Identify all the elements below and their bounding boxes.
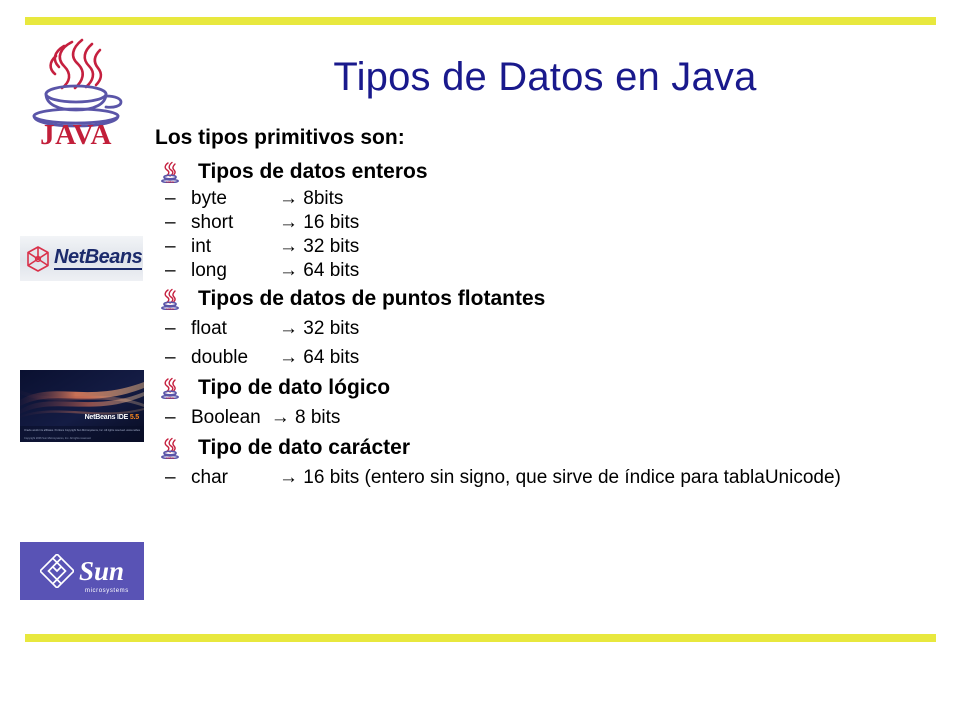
type-entry: – float → 32 bits bbox=[155, 314, 955, 343]
entry-arrow-icon: → bbox=[279, 347, 304, 368]
entry-type-name: char bbox=[191, 467, 228, 488]
entry-type-name: float bbox=[191, 318, 227, 339]
netbeans-ide-splash: NetBeans IDE 5.5 Oracle and/or its affil… bbox=[20, 370, 144, 442]
entry-type-name: short bbox=[191, 212, 234, 233]
entry-dash: – bbox=[165, 260, 176, 281]
type-entry: – short → 16 bits bbox=[155, 211, 955, 235]
entry-arrow-icon: → bbox=[279, 318, 304, 339]
entry-dash: – bbox=[165, 318, 176, 339]
top-rule bbox=[25, 17, 936, 25]
entry-dash: – bbox=[165, 467, 176, 488]
entry-arrow-icon: → bbox=[279, 212, 304, 233]
entry-type-name: Boolean bbox=[191, 407, 261, 428]
entry-dash: – bbox=[165, 236, 176, 257]
page-title: Tipos de Datos en Java bbox=[333, 55, 757, 99]
sun-wordmark-text: Sun bbox=[78, 555, 125, 586]
sun-subtitle: microsystems bbox=[84, 587, 129, 594]
type-entry: – double → 64 bits bbox=[155, 343, 955, 372]
entry-size-value: 8 bits bbox=[295, 407, 341, 428]
java-bullet-icon: JAVA bbox=[161, 437, 179, 459]
bottom-rule bbox=[25, 634, 936, 642]
entry-dash: – bbox=[165, 212, 176, 233]
type-entry: – Boolean → 8 bits bbox=[155, 403, 955, 432]
entry-dash: – bbox=[165, 188, 176, 209]
entry-dash: – bbox=[165, 407, 176, 428]
entry-arrow-icon: → bbox=[279, 236, 304, 257]
java-cup-graphic: JAVA bbox=[20, 36, 132, 154]
entry-size-value: 32 bits bbox=[303, 236, 360, 257]
netbeans-wordmark: NetBeans bbox=[54, 246, 143, 270]
bullet-section: JAVA Tipos de datos enteros – byte → 8bits – s… bbox=[155, 156, 955, 283]
sun-wordmark: Sun microsystems bbox=[78, 555, 128, 594]
splash-edition: IDE bbox=[117, 414, 129, 421]
lead-text: Los tipos primitivos son: bbox=[155, 126, 405, 149]
entry-size-value: 32 bits bbox=[303, 318, 360, 339]
entry-size-value: 16 bits (entero sin signo, que sirve de … bbox=[303, 467, 841, 488]
svg-text:JAVA: JAVA bbox=[166, 396, 175, 399]
bullet-section: JAVA Tipos de datos de puntos flotantes – f… bbox=[155, 283, 955, 372]
netbeans-cube-icon bbox=[27, 245, 49, 272]
svg-text:JAVA: JAVA bbox=[166, 456, 175, 459]
type-entry: – byte → 8bits bbox=[155, 187, 955, 211]
entry-type-name: double bbox=[191, 347, 249, 368]
java-bullet-icon: JAVA bbox=[161, 161, 179, 183]
splash-product: NetBeans bbox=[84, 414, 116, 421]
java-logo: JAVA bbox=[20, 36, 132, 154]
entry-arrow-icon: → bbox=[279, 467, 304, 488]
type-entry: – char → 16 bits (entero sin signo, que si… bbox=[155, 463, 851, 492]
java-bullet-icon: JAVA bbox=[161, 288, 179, 310]
splash-product-text: NetBeans IDE 5.5 bbox=[84, 414, 140, 421]
bullet-sections: JAVA Tipos de datos enteros – byte → 8bits – s… bbox=[155, 156, 955, 492]
splash-legal-text: Oracle and/or its affiliates. Portions C… bbox=[24, 429, 140, 433]
svg-text:JAVA: JAVA bbox=[166, 307, 175, 310]
section-heading: JAVA Tipos de datos enteros bbox=[155, 156, 955, 187]
section-heading: JAVA Tipo de dato lógico bbox=[155, 372, 955, 403]
entry-arrow-icon: → bbox=[279, 260, 304, 281]
section-heading-label: Tipo de dato lógico bbox=[198, 376, 391, 399]
type-entry: – int → 32 bits bbox=[155, 235, 955, 259]
entry-type-name: long bbox=[191, 260, 227, 281]
sun-microsystems-logo: Sun microsystems bbox=[20, 542, 144, 600]
section-heading-label: Tipos de datos de puntos flotantes bbox=[198, 287, 546, 310]
entry-size-value: 16 bits bbox=[303, 212, 360, 233]
section-heading: JAVA Tipos de datos de puntos flotantes bbox=[155, 283, 955, 314]
netbeans-logo: NetBeans bbox=[20, 236, 143, 281]
entry-size-value: 64 bits bbox=[303, 347, 360, 368]
entry-dash: – bbox=[165, 347, 176, 368]
entry-type-name: byte bbox=[191, 188, 227, 209]
entry-arrow-icon: → bbox=[279, 188, 304, 209]
sun-diamond-icon bbox=[39, 554, 74, 588]
svg-text:JAVA: JAVA bbox=[166, 180, 175, 183]
entry-size-value: 64 bits bbox=[303, 260, 360, 281]
entry-type-name: int bbox=[191, 236, 212, 257]
slide-canvas: Tipos de Datos en Java JAVA NetBeans Net… bbox=[0, 0, 960, 720]
type-entry: – long → 64 bits bbox=[155, 259, 955, 283]
entry-arrow-icon: → bbox=[270, 407, 296, 428]
splash-version: 5.5 bbox=[129, 414, 139, 421]
slide-body: Los tipos primitivos son: JAVA Tipos de d… bbox=[155, 124, 955, 492]
section-heading-label: Tipo de dato carácter bbox=[198, 436, 411, 459]
java-bullet-icon: JAVA bbox=[161, 377, 179, 399]
java-steam-cup-icon bbox=[32, 38, 123, 128]
section-heading-label: Tipos de datos enteros bbox=[198, 160, 428, 183]
bullet-section: JAVA Tipo de dato carácter – char → 16 bits … bbox=[155, 432, 955, 492]
bullet-section: JAVA Tipo de dato lógico – Boolean → 8 bits bbox=[155, 372, 955, 432]
splash-copyright-text: Copyright 2006 Sun Microsystems, Inc. Al… bbox=[24, 437, 92, 440]
entry-size-value: 8bits bbox=[303, 188, 344, 209]
section-heading: JAVA Tipo de dato carácter bbox=[155, 432, 955, 463]
java-wordmark: JAVA bbox=[40, 119, 112, 151]
